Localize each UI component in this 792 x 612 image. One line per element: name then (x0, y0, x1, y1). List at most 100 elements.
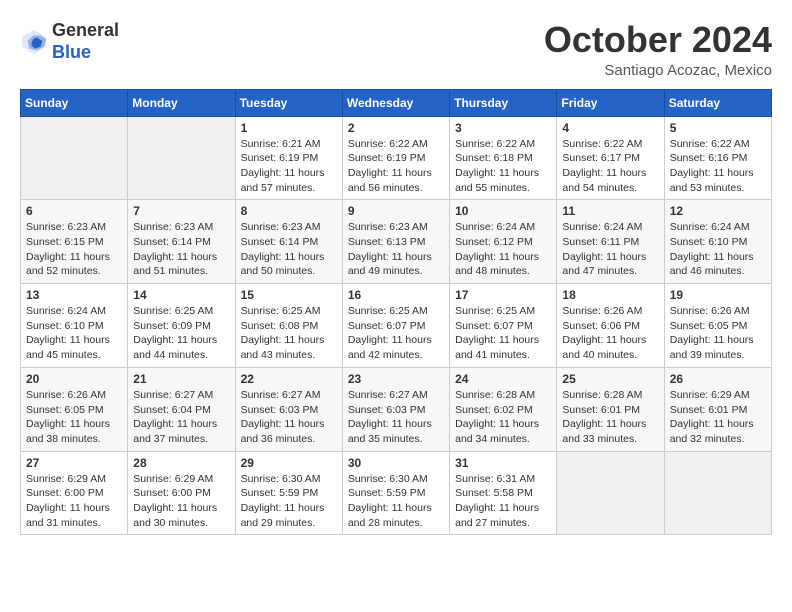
calendar-cell: 12Sunrise: 6:24 AM Sunset: 6:10 PM Dayli… (664, 200, 771, 284)
calendar-cell: 20Sunrise: 6:26 AM Sunset: 6:05 PM Dayli… (21, 367, 128, 451)
day-info: Sunrise: 6:29 AM Sunset: 6:00 PM Dayligh… (26, 472, 122, 531)
day-number: 26 (670, 372, 766, 386)
title-block: October 2024 Santiago Acozac, Mexico (544, 20, 772, 79)
day-info: Sunrise: 6:30 AM Sunset: 5:59 PM Dayligh… (348, 472, 444, 531)
day-number: 14 (133, 288, 229, 302)
day-number: 25 (562, 372, 658, 386)
calendar-cell: 18Sunrise: 6:26 AM Sunset: 6:06 PM Dayli… (557, 284, 664, 368)
calendar-cell: 7 Sunrise: 6:23 AM Sunset: 6:14 PM Daylig… (128, 200, 235, 284)
day-number: 5 (670, 121, 766, 135)
day-info: Sunrise: 6:25 AM Sunset: 6:08 PM Dayligh… (241, 304, 337, 363)
calendar-cell (557, 451, 664, 535)
day-info: Sunrise: 6:30 AM Sunset: 5:59 PM Dayligh… (241, 472, 337, 531)
calendar-cell: 4 Sunrise: 6:22 AM Sunset: 6:17 PM Daylig… (557, 116, 664, 200)
calendar-cell: 5 Sunrise: 6:22 AM Sunset: 6:16 PM Daylig… (664, 116, 771, 200)
day-info: Sunrise: 6:26 AM Sunset: 6:05 PM Dayligh… (670, 304, 766, 363)
calendar-cell (664, 451, 771, 535)
calendar-cell: 30 Sunrise: 6:30 AM Sunset: 5:59 PM Dayli… (342, 451, 449, 535)
calendar-cell: 15 Sunrise: 6:25 AM Sunset: 6:08 PM Dayli… (235, 284, 342, 368)
day-info: Sunrise: 6:23 AM Sunset: 6:14 PM Dayligh… (241, 220, 337, 279)
day-info: Sunrise: 6:22 AM Sunset: 6:18 PM Dayligh… (455, 137, 551, 196)
weekday-header-monday: Monday (128, 89, 235, 116)
page-header: General Blue October 2024 Santiago Acoza… (20, 20, 772, 79)
day-number: 12 (670, 204, 766, 218)
day-info: Sunrise: 6:27 AM Sunset: 6:04 PM Dayligh… (133, 388, 229, 447)
location: Santiago Acozac, Mexico (544, 62, 772, 79)
weekday-header-tuesday: Tuesday (235, 89, 342, 116)
calendar-cell: 25Sunrise: 6:28 AM Sunset: 6:01 PM Dayli… (557, 367, 664, 451)
day-info: Sunrise: 6:22 AM Sunset: 6:17 PM Dayligh… (562, 137, 658, 196)
calendar-cell: 22Sunrise: 6:27 AM Sunset: 6:03 PM Dayli… (235, 367, 342, 451)
day-number: 30 (348, 456, 444, 470)
day-number: 21 (133, 372, 229, 386)
calendar-cell: 8Sunrise: 6:23 AM Sunset: 6:14 PM Daylig… (235, 200, 342, 284)
calendar-cell (128, 116, 235, 200)
weekday-row: SundayMondayTuesdayWednesdayThursdayFrid… (21, 89, 772, 116)
day-number: 1 (241, 121, 337, 135)
calendar-week-1: 1 Sunrise: 6:21 AM Sunset: 6:19 PM Daylig… (21, 116, 772, 200)
logo: General Blue (20, 20, 119, 63)
day-info: Sunrise: 6:28 AM Sunset: 6:02 PM Dayligh… (455, 388, 551, 447)
day-number: 31 (455, 456, 551, 470)
day-number: 15 (241, 288, 337, 302)
day-info: Sunrise: 6:31 AM Sunset: 5:58 PM Dayligh… (455, 472, 551, 531)
calendar-week-5: 27Sunrise: 6:29 AM Sunset: 6:00 PM Dayli… (21, 451, 772, 535)
calendar-cell: 17Sunrise: 6:25 AM Sunset: 6:07 PM Dayli… (450, 284, 557, 368)
month-title: October 2024 (544, 20, 772, 60)
logo-icon (20, 28, 48, 56)
calendar-cell: 21 Sunrise: 6:27 AM Sunset: 6:04 PM Dayli… (128, 367, 235, 451)
day-number: 10 (455, 204, 551, 218)
day-info: Sunrise: 6:29 AM Sunset: 6:00 PM Dayligh… (133, 472, 229, 531)
day-info: Sunrise: 6:27 AM Sunset: 6:03 PM Dayligh… (241, 388, 337, 447)
calendar-cell: 23 Sunrise: 6:27 AM Sunset: 6:03 PM Dayli… (342, 367, 449, 451)
day-number: 7 (133, 204, 229, 218)
calendar-cell: 6 Sunrise: 6:23 AM Sunset: 6:15 PM Daylig… (21, 200, 128, 284)
calendar-cell: 11Sunrise: 6:24 AM Sunset: 6:11 PM Dayli… (557, 200, 664, 284)
day-number: 16 (348, 288, 444, 302)
calendar-week-2: 6 Sunrise: 6:23 AM Sunset: 6:15 PM Daylig… (21, 200, 772, 284)
calendar-cell: 24Sunrise: 6:28 AM Sunset: 6:02 PM Dayli… (450, 367, 557, 451)
weekday-header-wednesday: Wednesday (342, 89, 449, 116)
day-number: 3 (455, 121, 551, 135)
day-info: Sunrise: 6:21 AM Sunset: 6:19 PM Dayligh… (241, 137, 337, 196)
weekday-header-saturday: Saturday (664, 89, 771, 116)
calendar-header: SundayMondayTuesdayWednesdayThursdayFrid… (21, 89, 772, 116)
day-number: 4 (562, 121, 658, 135)
day-info: Sunrise: 6:23 AM Sunset: 6:14 PM Dayligh… (133, 220, 229, 279)
day-info: Sunrise: 6:22 AM Sunset: 6:16 PM Dayligh… (670, 137, 766, 196)
day-number: 2 (348, 121, 444, 135)
day-number: 29 (241, 456, 337, 470)
calendar-cell: 28 Sunrise: 6:29 AM Sunset: 6:00 PM Dayli… (128, 451, 235, 535)
calendar-cell: 3 Sunrise: 6:22 AM Sunset: 6:18 PM Daylig… (450, 116, 557, 200)
calendar-table: SundayMondayTuesdayWednesdayThursdayFrid… (20, 89, 772, 536)
calendar-cell: 9Sunrise: 6:23 AM Sunset: 6:13 PM Daylig… (342, 200, 449, 284)
day-info: Sunrise: 6:24 AM Sunset: 6:10 PM Dayligh… (26, 304, 122, 363)
day-number: 13 (26, 288, 122, 302)
calendar-cell: 1 Sunrise: 6:21 AM Sunset: 6:19 PM Daylig… (235, 116, 342, 200)
calendar-cell: 16 Sunrise: 6:25 AM Sunset: 6:07 PM Dayli… (342, 284, 449, 368)
logo-text: General Blue (52, 20, 119, 63)
day-info: Sunrise: 6:27 AM Sunset: 6:03 PM Dayligh… (348, 388, 444, 447)
calendar-week-4: 20Sunrise: 6:26 AM Sunset: 6:05 PM Dayli… (21, 367, 772, 451)
calendar-cell: 10Sunrise: 6:24 AM Sunset: 6:12 PM Dayli… (450, 200, 557, 284)
calendar-cell: 14 Sunrise: 6:25 AM Sunset: 6:09 PM Dayli… (128, 284, 235, 368)
day-info: Sunrise: 6:25 AM Sunset: 6:07 PM Dayligh… (455, 304, 551, 363)
day-info: Sunrise: 6:25 AM Sunset: 6:07 PM Dayligh… (348, 304, 444, 363)
calendar-cell: 26 Sunrise: 6:29 AM Sunset: 6:01 PM Dayli… (664, 367, 771, 451)
day-number: 28 (133, 456, 229, 470)
calendar-cell: 13 Sunrise: 6:24 AM Sunset: 6:10 PM Dayli… (21, 284, 128, 368)
day-number: 6 (26, 204, 122, 218)
day-number: 23 (348, 372, 444, 386)
day-info: Sunrise: 6:23 AM Sunset: 6:15 PM Dayligh… (26, 220, 122, 279)
weekday-header-friday: Friday (557, 89, 664, 116)
day-number: 20 (26, 372, 122, 386)
day-info: Sunrise: 6:22 AM Sunset: 6:19 PM Dayligh… (348, 137, 444, 196)
calendar-cell: 29 Sunrise: 6:30 AM Sunset: 5:59 PM Dayli… (235, 451, 342, 535)
calendar-cell: 27Sunrise: 6:29 AM Sunset: 6:00 PM Dayli… (21, 451, 128, 535)
weekday-header-thursday: Thursday (450, 89, 557, 116)
day-info: Sunrise: 6:29 AM Sunset: 6:01 PM Dayligh… (670, 388, 766, 447)
day-number: 11 (562, 204, 658, 218)
day-info: Sunrise: 6:25 AM Sunset: 6:09 PM Dayligh… (133, 304, 229, 363)
calendar-cell: 19Sunrise: 6:26 AM Sunset: 6:05 PM Dayli… (664, 284, 771, 368)
day-info: Sunrise: 6:26 AM Sunset: 6:06 PM Dayligh… (562, 304, 658, 363)
